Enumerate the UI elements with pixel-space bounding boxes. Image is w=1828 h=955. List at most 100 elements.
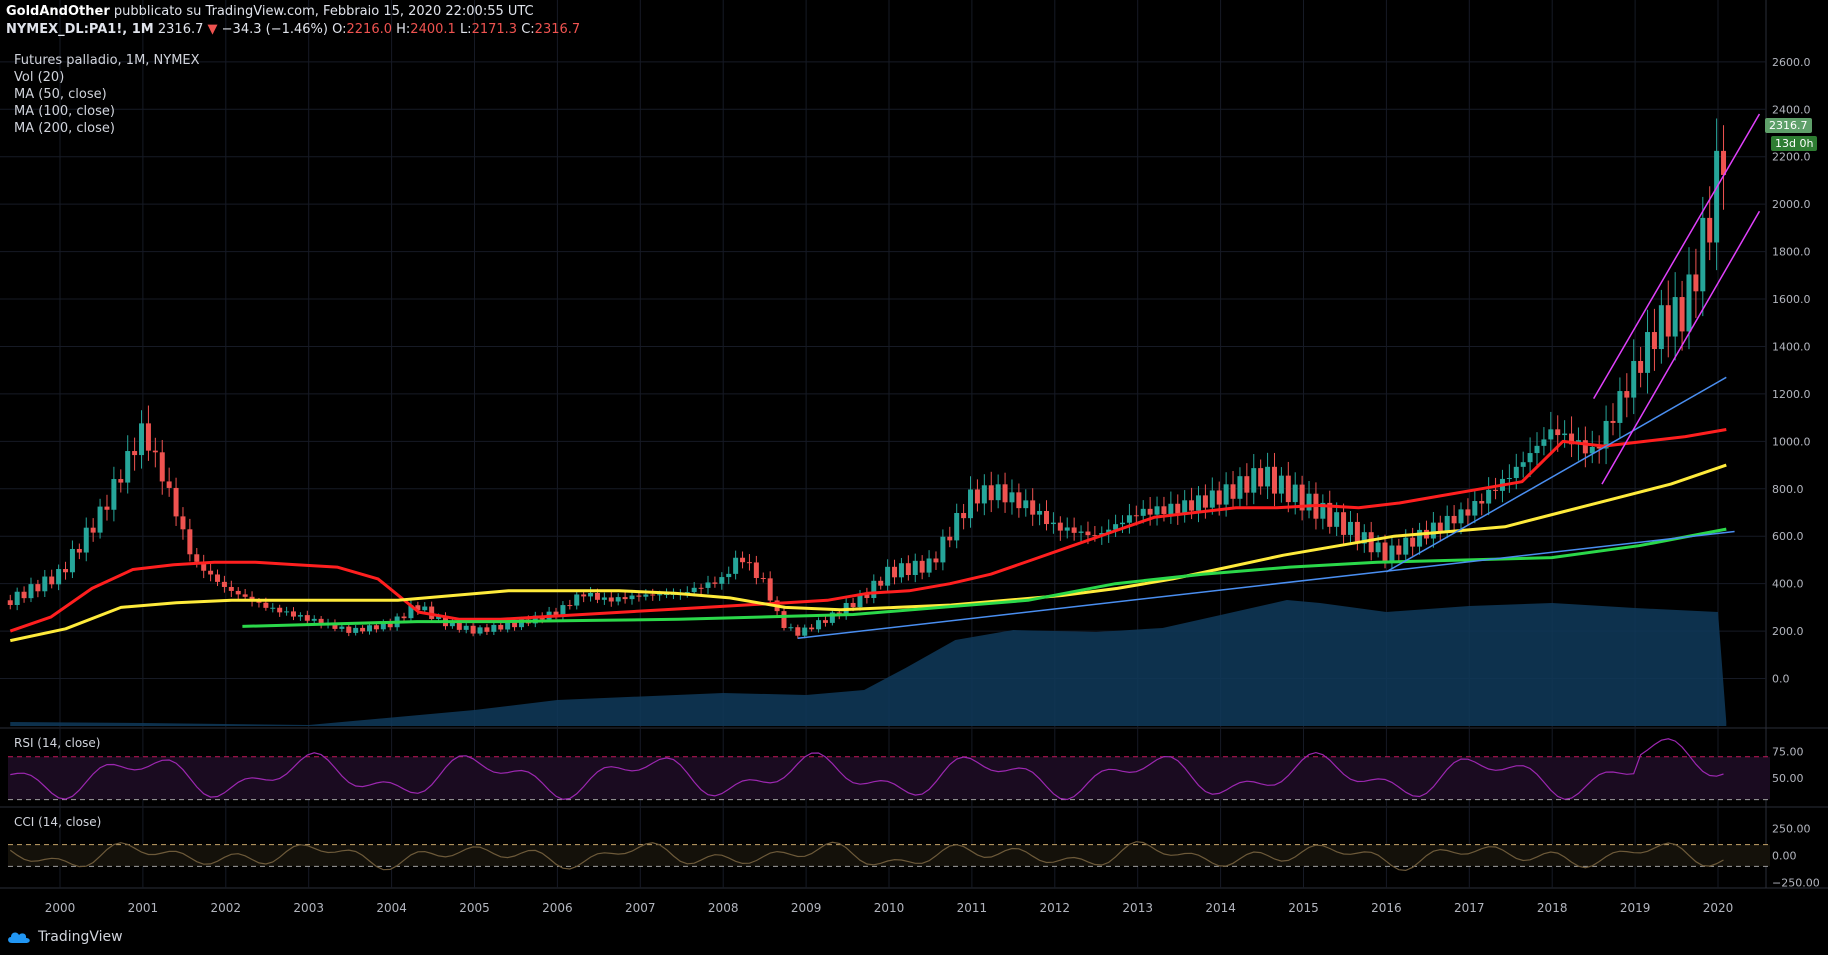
candle-body [1050,522,1056,525]
cci-label[interactable]: CCI (14, close) [14,815,101,829]
candle-body [498,624,504,630]
candle-body [1389,545,1395,561]
candle-body [1265,466,1271,487]
channel-lower-line [1601,210,1761,485]
candle-body [574,594,580,606]
candle-body [1195,495,1201,511]
candle-body [97,506,103,533]
candle-body [83,527,89,553]
candle-body [885,566,891,586]
candle-body [42,576,48,592]
candle-body [152,450,158,453]
candle-body [1251,468,1257,493]
time-tick-label: 2007 [625,901,656,915]
candle-body [104,506,110,510]
legend-title[interactable]: Futures palladio, 1M, NYMEX [14,52,200,69]
candle-body [926,558,932,573]
candle-body [760,578,766,580]
last-price-tag: 2316.7 [1765,118,1812,133]
tradingview-footer[interactable]: TradingView [6,929,123,945]
candle-body [933,558,939,563]
candle-body [1651,332,1657,350]
candle-body [871,580,877,599]
legend-ma100[interactable]: MA (100, close) [14,103,200,120]
symbol-name[interactable]: NYMEX_DL:PA1!, 1M [6,22,154,37]
candle-body [1023,500,1029,509]
candle-body [1672,297,1678,337]
candle-body [1520,462,1526,467]
candle-body [588,592,594,597]
candle-body [1182,500,1188,514]
candle-body [567,605,573,607]
indicator-legend: Futures palladio, 1M, NYMEX Vol (20) MA … [14,52,200,137]
candle-body [1133,515,1139,517]
rsi-tick-label: 50.00 [1772,772,1804,785]
price-tick-label: 2600.0 [1772,56,1811,69]
candle-body [69,548,75,573]
candle-body [208,570,214,575]
candle-body [1444,515,1450,531]
candle-body [1479,501,1485,504]
candle-body [1638,360,1644,373]
candle-body [1403,537,1409,555]
candle-body [14,591,20,605]
legend-volume[interactable]: Vol (20) [14,69,200,86]
author-name[interactable]: GoldAndOther [6,4,110,19]
candle-body [1437,522,1443,531]
ohlc-line: NYMEX_DL:PA1!, 1M 2316.7 ▼ −34.3 (−1.46%… [6,22,580,37]
candle-body [1278,475,1284,494]
candle-body [1078,531,1084,533]
candle-body [878,580,884,586]
candle-body [802,627,808,636]
candle-body [173,487,179,517]
price-tick-label: 1000.0 [1772,435,1811,448]
grid-lines [0,0,1828,889]
candle-body [898,563,904,578]
candle-body [740,557,746,563]
time-tick-label: 2006 [542,901,573,915]
candle-body [1168,503,1174,515]
time-tick-label: 2012 [1040,901,1071,915]
candle-body [1064,527,1070,531]
candle-body [643,594,649,597]
time-tick-label: 2003 [293,901,324,915]
candle-body [1230,484,1236,499]
candle-body [346,626,352,633]
time-tick-label: 2008 [708,901,739,915]
candle-body [1030,500,1036,515]
candle-body [726,573,732,578]
brand-name: TradingView [38,929,123,945]
candle-body [1430,522,1436,539]
candle-body [470,625,476,634]
candle-body [63,569,69,573]
price-change: −34.3 (−1.46%) [221,22,328,37]
candle-body [111,479,117,510]
candle-body [1002,484,1008,503]
candle-body [919,560,925,573]
candle-body [995,484,1001,501]
candle-body [512,622,518,628]
time-tick-label: 2010 [874,901,905,915]
candle-body [1451,515,1457,524]
last-price: 2316.7 [157,22,204,37]
candle-body [297,615,303,617]
legend-ma50[interactable]: MA (50, close) [14,86,200,103]
candle-body [1541,439,1547,446]
time-tick-label: 2015 [1288,901,1319,915]
legend-ma200[interactable]: MA (200, close) [14,120,200,137]
candle-body [422,606,428,611]
candle-body [988,485,994,501]
candle-body [974,489,980,504]
time-tick-label: 2001 [128,901,159,915]
price-tick-label: 1200.0 [1772,388,1811,401]
time-tick-label: 2020 [1703,901,1734,915]
rsi-label[interactable]: RSI (14, close) [14,736,100,750]
time-tick-label: 2017 [1454,901,1485,915]
candle-body [1410,537,1416,547]
rsi-tick-label: 75.00 [1772,745,1804,758]
candle-body [650,594,656,596]
candle-body [1271,466,1277,494]
candle-body [284,611,290,613]
candle-body [242,594,248,597]
candle-body [1582,440,1588,454]
